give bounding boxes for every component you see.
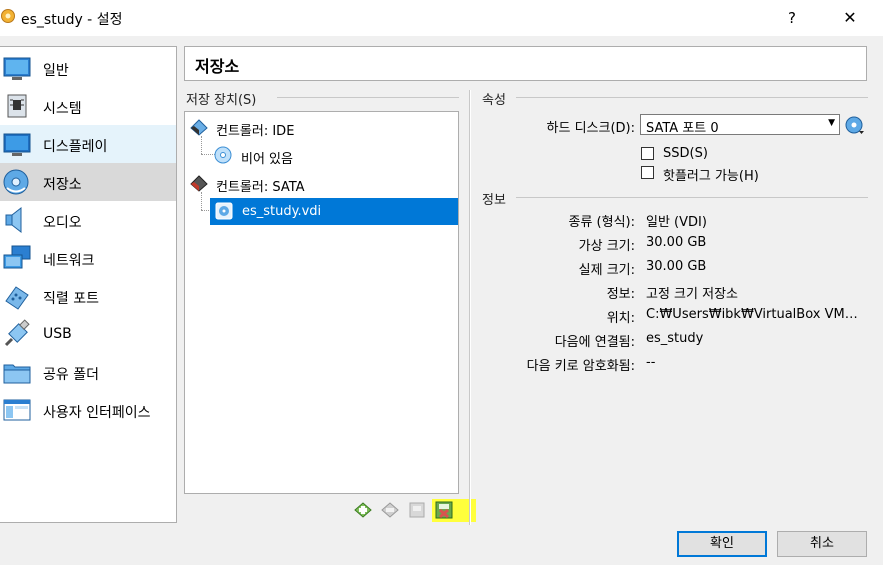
- tree-item-label: 컨트롤러: SATA: [216, 180, 305, 195]
- general-icon: [3, 57, 31, 80]
- settings-sidebar: 일반 시스템 디스플레이 저장소 오디오 네트워크 직렬 포트 USB 공유 폴…: [0, 46, 177, 523]
- sidebar-item-user-interface[interactable]: 사용자 인터페이스: [0, 391, 176, 429]
- sidebar-item-storage[interactable]: 저장소: [0, 163, 176, 201]
- shared-folder-icon: [3, 364, 31, 384]
- tree-item-label: es_study.vdi: [242, 204, 322, 219]
- ssd-checkbox[interactable]: [641, 147, 654, 160]
- sidebar-item-label: 저장소: [43, 177, 82, 193]
- tree-connector: [201, 210, 209, 211]
- title-bar: es_study - 설정 ? ✕: [0, 0, 883, 36]
- tree-item-label: 컨트롤러: IDE: [216, 124, 295, 139]
- hotplug-label: 핫플러그 가능(H): [663, 169, 759, 184]
- sidebar-item-usb[interactable]: USB: [0, 315, 176, 353]
- panel-splitter[interactable]: [469, 90, 471, 525]
- group-divider: [516, 97, 868, 98]
- tree-item-controller-sata[interactable]: 컨트롤러: SATA: [187, 171, 457, 195]
- info-encryption-value: --: [646, 355, 656, 370]
- info-actual-size-value: 30.00 GB: [646, 259, 707, 274]
- info-location-value: C:₩Users₩ibk₩VirtualBox VM…: [646, 307, 858, 322]
- serial-port-icon: [5, 286, 29, 310]
- user-interface-icon: [3, 399, 31, 421]
- info-group-label: 정보: [482, 193, 506, 208]
- group-divider: [277, 97, 459, 98]
- group-divider: [516, 197, 868, 198]
- info-type-label: 종류 (형식):: [568, 215, 636, 230]
- info-virtual-size-label: 가상 크기:: [578, 239, 635, 254]
- remove-controller-icon[interactable]: [434, 500, 454, 520]
- controller-icon: [190, 175, 208, 192]
- sidebar-item-audio[interactable]: 오디오: [0, 201, 176, 239]
- network-icon: [3, 245, 31, 269]
- hotplug-checkbox[interactable]: [641, 166, 654, 179]
- audio-icon: [5, 206, 22, 234]
- info-actual-size-label: 실제 크기:: [578, 263, 635, 278]
- info-attached-to-value: es_study: [646, 331, 704, 346]
- hard-disk-select-value: SATA 포트 0: [646, 121, 719, 136]
- tree-item-disk-es-study[interactable]: es_study.vdi: [210, 198, 458, 225]
- sidebar-item-label: 디스플레이: [43, 139, 108, 155]
- add-attachment-icon[interactable]: [353, 500, 373, 520]
- info-attached-to-label: 다음에 연결됨:: [554, 335, 635, 350]
- display-icon: [3, 133, 31, 156]
- tree-item-empty-optical[interactable]: 비어 있음: [211, 143, 457, 167]
- storage-icon: [3, 169, 29, 195]
- info-details-value: 고정 크기 저장소: [646, 287, 738, 302]
- info-type-value: 일반 (VDI): [646, 215, 707, 230]
- ok-button[interactable]: 확인: [677, 531, 767, 557]
- sidebar-item-general[interactable]: 일반: [0, 49, 176, 87]
- sidebar-item-system[interactable]: 시스템: [0, 87, 176, 125]
- sidebar-item-label: 시스템: [43, 101, 82, 117]
- add-controller-icon[interactable]: [407, 500, 427, 520]
- page-title: 저장소: [184, 46, 867, 81]
- sidebar-item-serial-port[interactable]: 직렬 포트: [0, 277, 176, 315]
- sidebar-item-label: 오디오: [43, 215, 82, 231]
- sidebar-item-label: USB: [43, 326, 72, 342]
- tree-item-label: 비어 있음: [241, 152, 293, 167]
- optical-disc-icon: [214, 146, 232, 164]
- info-virtual-size-value: 30.00 GB: [646, 235, 707, 250]
- info-encryption-label: 다음 키로 암호화됨:: [526, 359, 635, 374]
- sidebar-item-label: 일반: [43, 63, 69, 79]
- sidebar-item-shared-folders[interactable]: 공유 폴더: [0, 353, 176, 391]
- system-icon: [7, 94, 27, 118]
- info-details-label: 정보:: [606, 287, 635, 302]
- close-button[interactable]: ✕: [838, 6, 862, 30]
- sidebar-item-label: 사용자 인터페이스: [43, 405, 151, 421]
- sidebar-item-label: 공유 폴더: [43, 367, 99, 383]
- attributes-group-label: 속성: [482, 93, 506, 108]
- cancel-button[interactable]: 취소: [777, 531, 867, 557]
- sidebar-item-label: 네트워크: [43, 253, 95, 269]
- controller-icon: [190, 119, 208, 136]
- help-button[interactable]: ?: [780, 6, 804, 30]
- window-title: es_study - 설정: [21, 12, 123, 28]
- hard-disk-label: 하드 디스크(D):: [546, 121, 635, 136]
- ssd-label: SSD(S): [663, 146, 708, 161]
- chevron-down-icon: ▼: [828, 118, 835, 128]
- storage-devices-group-label: 저장 장치(S): [186, 93, 257, 108]
- info-location-label: 위치:: [606, 311, 635, 326]
- sidebar-item-display[interactable]: 디스플레이: [0, 125, 176, 163]
- sidebar-item-network[interactable]: 네트워크: [0, 239, 176, 277]
- hard-disk-icon: [215, 202, 233, 220]
- tree-item-controller-ide[interactable]: 컨트롤러: IDE: [187, 115, 457, 139]
- sidebar-item-label: 직렬 포트: [43, 291, 99, 307]
- storage-tree[interactable]: 컨트롤러: IDE 비어 있음 컨트롤러: SATA es_study.vdi: [184, 111, 459, 494]
- choose-disk-icon[interactable]: [844, 114, 866, 136]
- hard-disk-select[interactable]: SATA 포트 0 ▼: [640, 114, 840, 136]
- usb-icon: [4, 319, 30, 347]
- remove-attachment-icon[interactable]: [380, 500, 400, 520]
- virtualbox-app-icon: [1, 9, 15, 23]
